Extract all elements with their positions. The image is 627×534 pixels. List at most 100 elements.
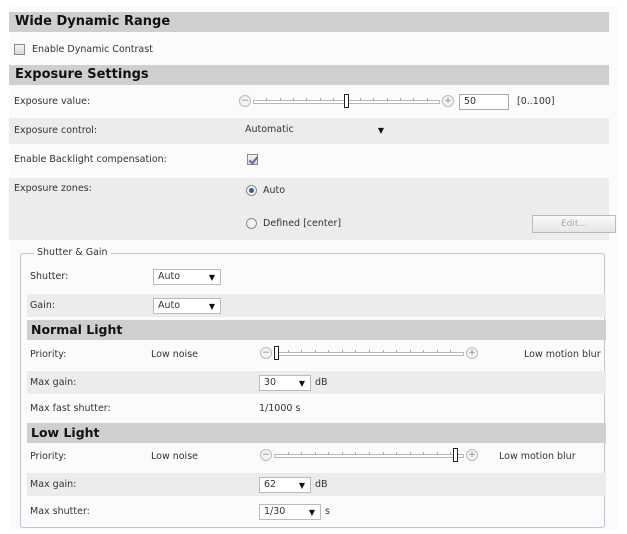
slider-tick [306,98,308,101]
exposure-control-row: Exposure control: Automatic ▼ [9,118,609,144]
enable-dynamic-contrast-checkbox[interactable] [14,44,25,55]
slider-increase-icon[interactable]: + [442,95,454,107]
exposure-value-label: Exposure value: [14,96,91,107]
chevron-down-icon: ▼ [377,126,384,135]
low-light-header: Low Light [27,423,606,443]
normal-max-gain-select[interactable]: 30 ▼ [259,375,311,391]
slider-tick [426,98,428,101]
exposure-zone-auto-option[interactable]: Auto [246,185,285,197]
backlight-checkbox[interactable] [247,154,258,165]
slider-decrease-icon[interactable]: − [260,347,272,359]
slider-tick [314,350,316,353]
enable-dynamic-contrast-row: Enable Dynamic Contrast [9,37,609,63]
max-fast-shutter-value: 1/1000 s [259,403,301,414]
slider-tick [436,350,438,353]
chevron-down-icon: ▼ [298,379,305,388]
slider-tick [382,350,384,353]
slider-thumb[interactable] [274,346,279,360]
normal-priority-label: Priority: [30,349,67,360]
slider-tick [396,350,398,353]
normal-max-gain-value: 30 [264,377,277,388]
normal-priority-slider[interactable]: − + [260,346,478,361]
exposure-control-label: Exposure control: [14,125,98,136]
slider-tick [359,98,361,101]
exposure-value-slider[interactable]: − + [239,94,454,109]
slider-increase-icon[interactable]: + [466,449,478,461]
exposure-section-header: Exposure Settings [9,65,609,85]
slider-tick [328,452,330,455]
normal-priority-low-label: Low noise [151,349,198,360]
max-fast-shutter-row: Max fast shutter: 1/1000 s [27,397,606,420]
chevron-down-icon: ▼ [208,273,215,282]
shutter-value: Auto [158,271,181,282]
low-max-gain-unit: dB [315,479,328,490]
slider-tick [341,350,343,353]
max-shutter-select[interactable]: 1/30 ▼ [259,504,321,520]
max-fast-shutter-label: Max fast shutter: [30,403,111,414]
slider-tick [314,452,316,455]
slider-tick [369,350,370,353]
normal-light-title: Normal Light [31,322,123,337]
exposure-zones-row: Exposure zones: Auto Defined [center] Ed… [9,178,616,240]
exposure-zone-defined-option[interactable]: Defined [center] [246,218,341,230]
max-shutter-label: Max shutter: [30,506,90,517]
shutter-label: Shutter: [30,271,69,282]
slider-tick [396,452,398,455]
wdr-section-header: Wide Dynamic Range [9,12,609,32]
low-priority-low-label: Low noise [151,451,198,462]
chevron-down-icon: ▼ [308,508,315,517]
shutter-select[interactable]: Auto ▼ [153,269,221,285]
slider-tick [266,98,268,101]
gain-row: Gain: Auto ▼ [27,294,606,317]
slider-tick [301,350,303,353]
exposure-value-row: Exposure value: − + 50 [0..100] [9,89,609,115]
slider-tick [399,98,401,101]
shutter-row: Shutter: Auto ▼ [27,265,606,288]
exposure-value-range: [0..100] [517,96,555,107]
slider-tick [436,452,438,455]
slider-tick [319,98,321,101]
exposure-zone-auto-label: Auto [263,185,286,196]
slider-tick [450,350,452,353]
backlight-row: Enable Backlight compensation: [9,147,609,173]
backlight-label: Enable Backlight compensation: [14,154,167,165]
normal-priority-row: Priority: Low noise − + Low motion blur [27,343,606,366]
slider-tick [369,452,370,455]
slider-tick [423,452,425,455]
normal-light-header: Normal Light [27,320,606,340]
slider-tick [409,350,411,353]
slider-tick [293,98,295,101]
exposure-zones-label: Exposure zones: [14,183,92,194]
low-max-gain-value: 62 [264,479,277,490]
exposure-value-input[interactable]: 50 [459,94,509,110]
slider-decrease-icon[interactable]: − [260,449,272,461]
slider-thumb[interactable] [453,448,459,462]
max-shutter-row: Max shutter: 1/30 ▼ s [27,500,606,523]
chevron-down-icon: ▼ [298,481,305,490]
slider-tick [382,452,384,455]
radio-unselected-icon[interactable] [246,218,257,229]
slider-tick [386,98,388,101]
low-max-gain-select[interactable]: 62 ▼ [259,477,311,493]
slider-tick [355,452,357,455]
normal-max-gain-label: Max gain: [30,377,77,388]
radio-selected-icon[interactable] [246,185,257,196]
slider-increase-icon[interactable]: + [466,347,478,359]
exposure-control-select[interactable]: Automatic ▼ [241,123,389,139]
chevron-down-icon: ▼ [208,302,215,311]
shutter-gain-legend: Shutter & Gain [34,247,111,258]
slider-tick [279,98,281,101]
slider-thumb[interactable] [344,94,349,108]
exposure-control-value: Automatic [245,124,294,135]
slider-decrease-icon[interactable]: − [239,95,251,107]
slider-tick [409,452,411,455]
normal-max-gain-unit: dB [315,377,328,388]
gain-value: Auto [158,300,181,311]
max-shutter-value: 1/30 [264,506,286,517]
wdr-title: Wide Dynamic Range [15,14,171,29]
slider-tick [373,98,375,101]
slider-tick [341,452,343,455]
edit-zones-button[interactable]: Edit... [532,215,616,233]
low-priority-slider[interactable]: − + [260,448,478,463]
gain-select[interactable]: Auto ▼ [153,298,221,314]
